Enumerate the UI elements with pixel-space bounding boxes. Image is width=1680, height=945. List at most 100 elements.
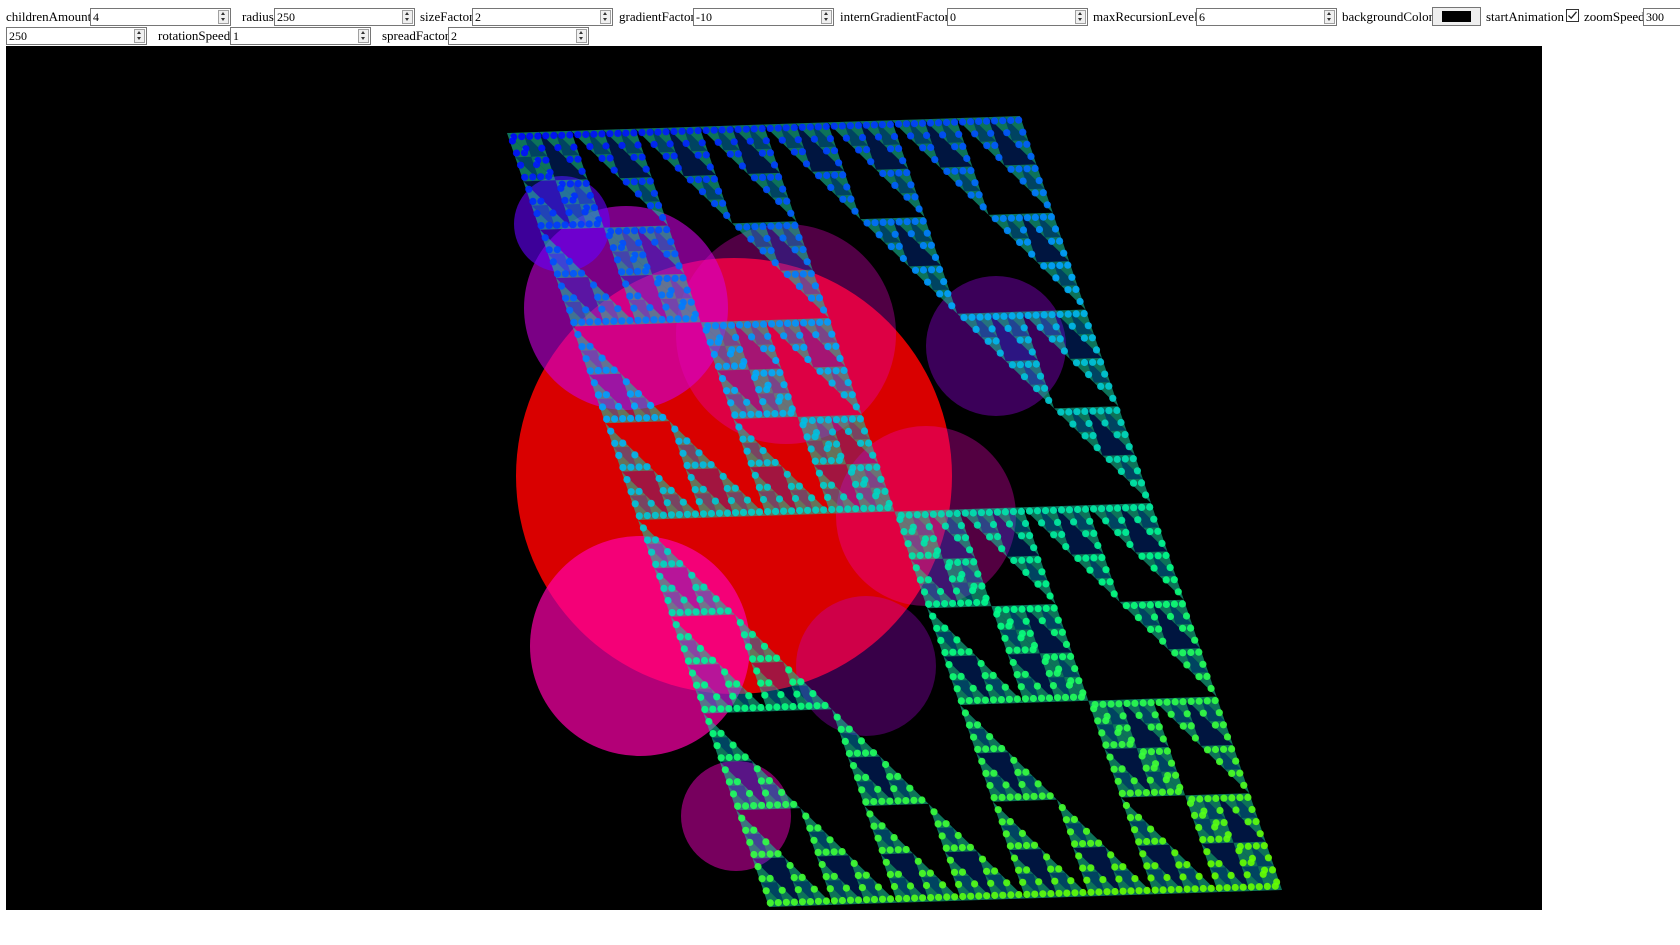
spread-factor-field[interactable] [449,28,577,44]
fractal-dot [767,222,775,230]
fractal-dot [598,354,606,362]
spinner-down-icon[interactable] [135,36,144,42]
fractal-dot [793,690,801,698]
fractal-dot [961,534,970,542]
children-amount-input[interactable] [90,8,231,26]
fractal-dot [1159,886,1167,894]
spinner-down-icon[interactable] [601,17,610,23]
fractal-dot [1016,336,1024,344]
fractal-dot [664,596,672,605]
rotation-speed-input[interactable] [230,27,371,45]
fractal-dot [809,690,817,698]
fractal-dot [763,234,771,243]
fractal-dot [958,868,967,876]
fractal-dot [955,880,963,889]
fractal-dot [566,131,574,139]
zoom-speed-secondary-spinner[interactable] [134,29,145,43]
fractal-dot [1175,885,1183,893]
fractal-dot [1195,648,1203,656]
radius-input[interactable] [274,8,415,26]
size-factor-field[interactable] [473,9,601,25]
radius-field[interactable] [275,9,403,25]
fractal-dot [1162,600,1170,609]
fractal-dot [890,132,899,141]
fractal-canvas[interactable] [6,46,1542,910]
fractal-dot [936,587,945,596]
fractal-dot [610,366,618,374]
spinner-down-icon[interactable] [822,17,831,23]
intern-gradient-factor-input[interactable] [947,8,1088,26]
size-factor-input[interactable] [472,8,613,26]
fractal-dot [990,769,998,777]
fractal-dot [651,511,659,519]
max-recursion-level-spinner[interactable] [1324,10,1335,24]
spinner-down-icon[interactable] [359,36,368,42]
fractal-dot [1029,646,1037,654]
background-color-picker[interactable] [1432,7,1481,26]
intern-gradient-factor-spinner[interactable] [1075,10,1086,24]
gradient-factor-input[interactable] [693,8,834,26]
spread-factor-input[interactable] [448,27,589,45]
size-factor-spinner[interactable] [600,10,611,24]
start-animation-checkbox[interactable] [1566,9,1579,22]
intern-gradient-factor-field[interactable] [948,9,1076,25]
fractal-dot [651,536,660,544]
fractal-dot [1056,261,1064,270]
spinner-down-icon[interactable] [1076,17,1085,23]
fractal-dot [1034,556,1042,564]
fractal-dot [1033,507,1042,515]
fractal-dot [732,333,740,341]
fractal-dot [1022,568,1030,577]
fractal-dot [846,122,855,130]
fractal-dot [1131,875,1139,883]
fractal-dot [1162,551,1170,560]
children-amount-field[interactable] [91,9,219,25]
spinner-down-icon[interactable] [219,17,228,23]
fractal-dot [978,582,986,590]
rotation-speed-field[interactable] [231,28,359,44]
fractal-dot [639,251,647,259]
fractal-dot [537,222,545,230]
fractal-dot [975,892,983,900]
max-recursion-level-input[interactable] [1196,8,1337,26]
fractal-dot [1228,745,1236,753]
zoom-speed-secondary-field[interactable] [7,28,135,44]
fractal-dot [1065,506,1074,514]
fractal-dot [936,290,944,298]
fractal-dot [902,845,910,854]
zoom-speed-secondary-input[interactable] [6,27,147,45]
fractal-dot [739,411,747,419]
fractal-dot [574,155,582,163]
spinner-down-icon[interactable] [577,36,586,42]
fractal-dot [1034,780,1042,788]
fractal-dot [537,173,545,181]
zoom-speed-field[interactable] [1644,9,1680,25]
fractal-dot [739,508,748,516]
fractal-dot [830,147,839,155]
rotation-speed-spinner[interactable] [358,29,369,43]
children-amount-spinner[interactable] [218,10,229,24]
fractal-dot [877,475,885,483]
zoom-speed-input[interactable] [1643,8,1680,26]
fractal-dot [1122,528,1130,536]
fractal-dot [779,185,787,193]
spinner-down-icon[interactable] [403,17,412,23]
fractal-dot [827,457,835,465]
fractal-dot [1093,444,1101,452]
fractal-dot [790,898,799,906]
fractal-dot [602,293,610,301]
fractal-dot [840,366,848,375]
fractal-dot [1098,505,1106,513]
fractal-dot [813,702,821,710]
fractal-dot [860,480,868,488]
gradient-factor-spinner[interactable] [821,10,832,24]
radius-spinner[interactable] [402,10,413,24]
spread-factor-spinner[interactable] [576,29,587,43]
fractal-dot [1211,721,1219,729]
fractal-dot [765,777,774,785]
max-recursion-level-field[interactable] [1197,9,1325,25]
gradient-factor-field[interactable] [694,9,822,25]
fractal-dot [1015,141,1023,149]
fractal-dot [1039,890,1047,898]
spinner-down-icon[interactable] [1325,17,1334,23]
